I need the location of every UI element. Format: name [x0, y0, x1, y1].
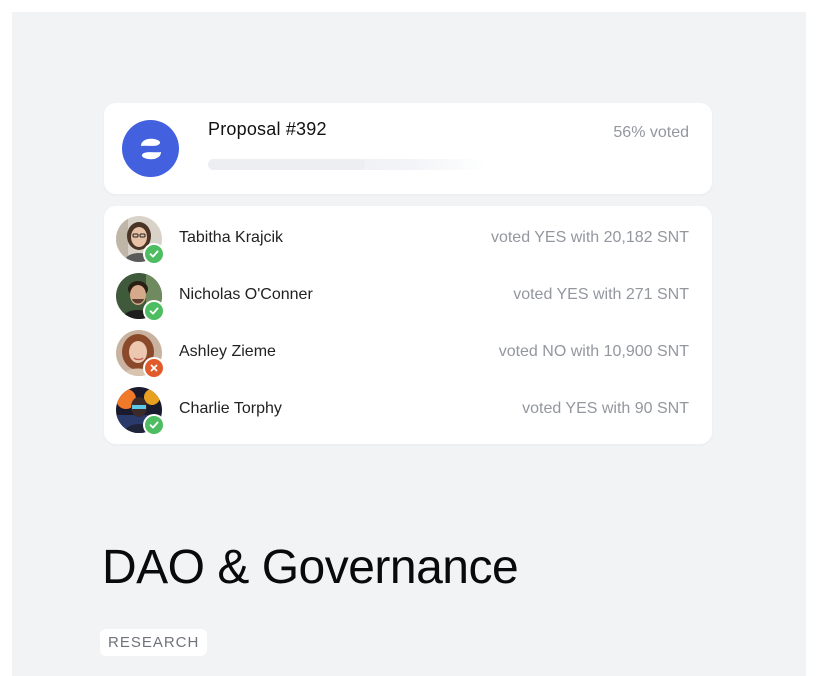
vote-yes-check-icon	[143, 243, 165, 265]
category-tag[interactable]: RESEARCH	[100, 629, 208, 656]
votes-list: Tabitha Krajcik voted YES with 20,182 SN…	[104, 206, 712, 444]
vote-progress-bar	[208, 159, 488, 170]
voter-name: Ashley Zieme	[179, 343, 276, 360]
voted-percentage: 56% voted	[613, 124, 689, 141]
vote-yes-check-icon	[143, 300, 165, 322]
vote-progress-fill	[208, 159, 365, 170]
status-logo-icon	[122, 120, 179, 177]
page-heading: DAO & Governance	[102, 541, 519, 594]
voter-name: Charlie Torphy	[179, 400, 282, 417]
vote-no-cross-icon	[143, 357, 165, 379]
vote-row[interactable]: Charlie Torphy voted YES with 90 SNT	[104, 382, 712, 439]
voter-name: Tabitha Krajcik	[179, 229, 284, 246]
content-panel: Proposal #392 56% voted Tabitha Krajcik …	[12, 12, 806, 676]
vote-row[interactable]: Nicholas O'Conner voted YES with 271 SNT	[104, 268, 712, 325]
proposal-card[interactable]: Proposal #392 56% voted	[104, 103, 712, 194]
proposal-title: Proposal #392	[208, 119, 327, 139]
vote-detail: voted YES with 20,182 SNT	[490, 229, 689, 246]
vote-detail: voted YES with 271 SNT	[513, 286, 689, 303]
vote-row[interactable]: Tabitha Krajcik voted YES with 20,182 SN…	[104, 211, 712, 268]
vote-detail: voted YES with 90 SNT	[522, 400, 689, 417]
voter-name: Nicholas O'Conner	[179, 286, 313, 303]
vote-yes-check-icon	[143, 414, 165, 436]
vote-detail: voted NO with 10,900 SNT	[498, 343, 689, 360]
vote-row[interactable]: Ashley Zieme voted NO with 10,900 SNT	[104, 325, 712, 382]
